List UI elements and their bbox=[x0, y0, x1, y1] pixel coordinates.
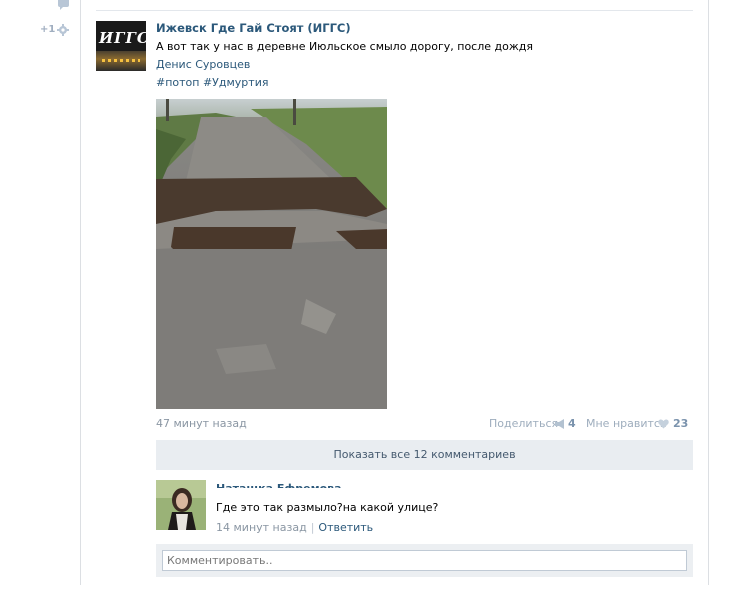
post-body: Ижевск Где Гай Стоят (ИГГС) А вот так у … bbox=[156, 20, 693, 91]
comment-item: Наташка Ефремова Где это так размыло?на … bbox=[156, 480, 693, 534]
commenter-avatar[interactable] bbox=[156, 480, 206, 530]
avatar-logo-text: ИГГС bbox=[99, 29, 146, 47]
plus-one-label[interactable]: +1 bbox=[40, 24, 55, 35]
megaphone-icon[interactable] bbox=[554, 419, 565, 429]
post-timestamp[interactable]: 47 минут назад bbox=[156, 417, 247, 430]
gear-icon[interactable] bbox=[57, 24, 69, 36]
post-hashtags[interactable]: #потоп #Удмуртия bbox=[156, 75, 693, 91]
like-button[interactable]: Мне нравится bbox=[586, 417, 667, 430]
comment-text: Где это так размыло?на какой улице? bbox=[216, 501, 439, 514]
post-text: А вот так у нас в деревне Июльское смыло… bbox=[156, 40, 533, 53]
post-signer-link[interactable]: Денис Суровцев bbox=[156, 57, 693, 73]
comment-meta: 14 минут назад | Ответить bbox=[216, 520, 373, 536]
comment-bubble-icon[interactable] bbox=[58, 0, 69, 10]
reply-box bbox=[156, 544, 693, 577]
reply-link[interactable]: Ответить bbox=[318, 521, 373, 534]
comment-input[interactable] bbox=[162, 550, 687, 571]
post-divider bbox=[96, 10, 693, 11]
post-photo[interactable] bbox=[156, 99, 387, 409]
comment-timestamp[interactable]: 14 минут назад bbox=[216, 521, 307, 534]
commenter-name-link[interactable]: Наташка Ефремова bbox=[216, 482, 342, 488]
share-button[interactable]: Поделиться bbox=[489, 417, 558, 430]
heart-icon[interactable] bbox=[658, 419, 669, 429]
group-avatar[interactable]: ИГГС bbox=[96, 21, 146, 71]
share-count[interactable]: 4 bbox=[568, 417, 576, 430]
comment-meta-separator: | bbox=[310, 521, 315, 534]
show-all-comments-button[interactable]: Показать все 12 комментариев bbox=[156, 440, 693, 470]
left-column-divider bbox=[80, 0, 81, 585]
right-column-divider bbox=[708, 0, 709, 585]
like-count[interactable]: 23 bbox=[673, 417, 688, 430]
post-author-link[interactable]: Ижевск Где Гай Стоят (ИГГС) bbox=[156, 20, 693, 36]
post-meta-row: 47 минут назад Поделиться 4 Мне нравится… bbox=[156, 417, 693, 433]
left-rail: +1 bbox=[0, 0, 80, 602]
